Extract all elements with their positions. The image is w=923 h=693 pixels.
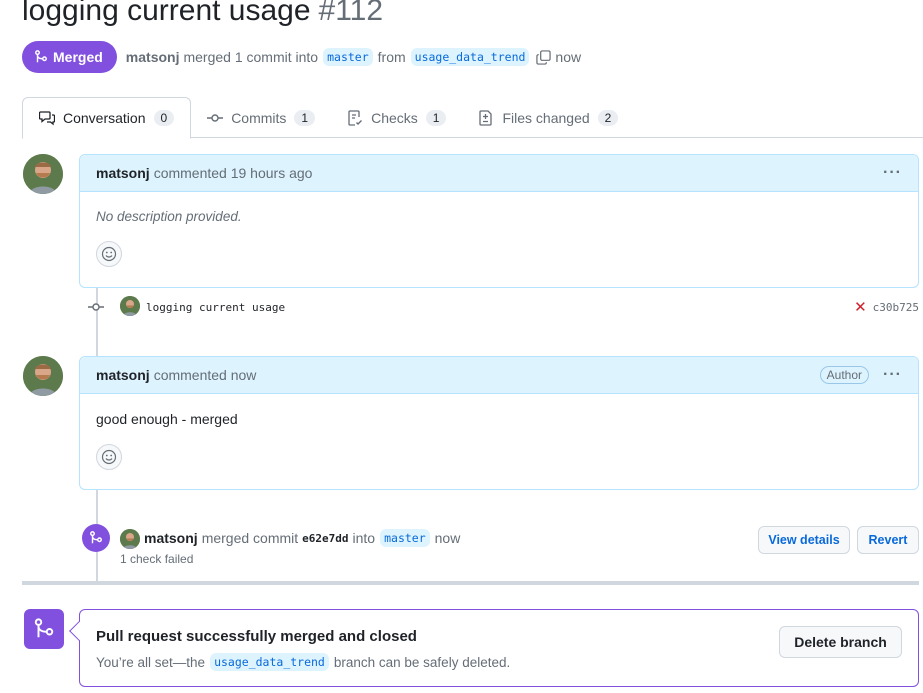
merge-status-box: Pull request successfully merged and clo… (69, 609, 919, 687)
avatar[interactable] (23, 356, 63, 396)
x-icon[interactable]: ✕ (854, 298, 867, 316)
delete-branch-button[interactable]: Delete branch (779, 626, 902, 658)
tab-commits-label: Commits (231, 109, 287, 126)
file-diff-icon (479, 109, 493, 126)
merge-commit-sha-link[interactable]: e62e7dd (302, 532, 348, 545)
comment-header: matsonj commented 19 hours ago ··· (80, 155, 918, 192)
comment-card: matsonj commented now Author ··· good en… (79, 356, 919, 490)
comment-author[interactable]: matsonj (96, 367, 150, 383)
pr-author-link[interactable]: matsonj (126, 49, 180, 65)
merge-timeline-item: matsonj merged commit e62e7dd into maste… (82, 524, 922, 574)
pr-number: #112 (318, 0, 384, 27)
pr-meta: matsonj merged 1 commit into master from… (126, 48, 581, 66)
checks-failed-text: 1 check failed (120, 552, 194, 566)
merge-event-label: merged commit (201, 530, 299, 546)
tab-conversation-label: Conversation (63, 110, 146, 126)
commit-timeline-item: logging current usage ✕ c30b725 (88, 296, 919, 318)
copy-icon[interactable] (536, 49, 552, 65)
comment-author[interactable]: matsonj (96, 165, 150, 181)
head-branch-label[interactable]: usage_data_trend (410, 48, 530, 66)
comment-header: matsonj commented now Author ··· (80, 357, 918, 394)
git-merge-icon (35, 50, 47, 63)
pr-title: logging current usage #112 (22, 0, 383, 28)
comment-card: matsonj commented 19 hours ago ··· No de… (79, 154, 919, 288)
merge-time: now (434, 530, 461, 546)
tab-files-changed-label: Files changed (502, 109, 590, 126)
comment-meta[interactable]: commented 19 hours ago (154, 165, 313, 181)
smiley-icon[interactable] (96, 444, 122, 470)
timeline-separator (22, 581, 919, 585)
pr-merge-text: merged 1 commit into (183, 49, 319, 65)
git-merge-icon (82, 524, 110, 552)
git-commit-icon (207, 113, 224, 122)
commit-message-link[interactable]: logging current usage (146, 301, 285, 314)
merged-state-badge: Merged (22, 41, 117, 73)
commit-status: ✕ c30b725 (854, 298, 919, 316)
view-details-button[interactable]: View details (758, 526, 850, 554)
git-merge-icon (24, 609, 64, 649)
tab-commits-count: 1 (294, 109, 316, 126)
merge-box-title: Pull request successfully merged and clo… (96, 628, 417, 645)
merged-state-label: Merged (53, 49, 103, 65)
merge-author-link[interactable]: matsonj (144, 530, 198, 546)
tab-commits[interactable]: Commits 1 (191, 97, 331, 138)
tab-checks-count: 1 (425, 109, 447, 126)
merge-box-branch[interactable]: usage_data_trend (210, 653, 329, 671)
kebab-horizontal-icon[interactable]: ··· (883, 164, 902, 182)
pr-tabs: Conversation 0 Commits 1 Checks 1 Files … (22, 97, 923, 139)
revert-button[interactable]: Revert (857, 526, 919, 554)
merge-box-pointer (69, 621, 89, 641)
avatar[interactable] (23, 154, 63, 194)
smiley-icon[interactable] (96, 241, 122, 267)
comment-meta[interactable]: commented now (154, 367, 257, 383)
kebab-horizontal-icon[interactable]: ··· (883, 366, 902, 384)
merge-box-text-before: You’re all set—the (96, 654, 206, 670)
tab-checks[interactable]: Checks 1 (331, 97, 462, 138)
avatar[interactable] (120, 296, 140, 316)
tab-files-changed[interactable]: Files changed 2 (462, 97, 634, 138)
git-commit-icon (88, 303, 104, 311)
pr-status-row: Merged matsonj merged 1 commit into mast… (22, 41, 581, 73)
comment-body: No description provided. (96, 209, 242, 224)
base-branch-label[interactable]: master (323, 48, 373, 66)
merge-event-text: matsonj merged commit e62e7dd into maste… (120, 529, 460, 547)
comment-body: good enough - merged (96, 411, 238, 427)
merge-box-text-after: branch can be safely deleted. (333, 654, 511, 670)
merge-box-text: You’re all set—the usage_data_trend bran… (96, 653, 510, 671)
pr-time: now (555, 49, 582, 65)
commit-sha-link[interactable]: c30b725 (873, 301, 919, 314)
into-text: into (352, 530, 376, 546)
from-text: from (377, 49, 406, 65)
checklist-icon (348, 109, 363, 126)
pr-title-text: logging current usage (22, 0, 311, 27)
tab-conversation[interactable]: Conversation 0 (22, 97, 192, 139)
tab-files-changed-count: 2 (597, 109, 619, 126)
comment-discussion-icon (39, 111, 55, 126)
author-badge: Author (819, 366, 870, 384)
merge-base-branch[interactable]: master (380, 529, 430, 547)
tab-conversation-count: 0 (153, 110, 175, 126)
tab-checks-label: Checks (371, 109, 418, 126)
